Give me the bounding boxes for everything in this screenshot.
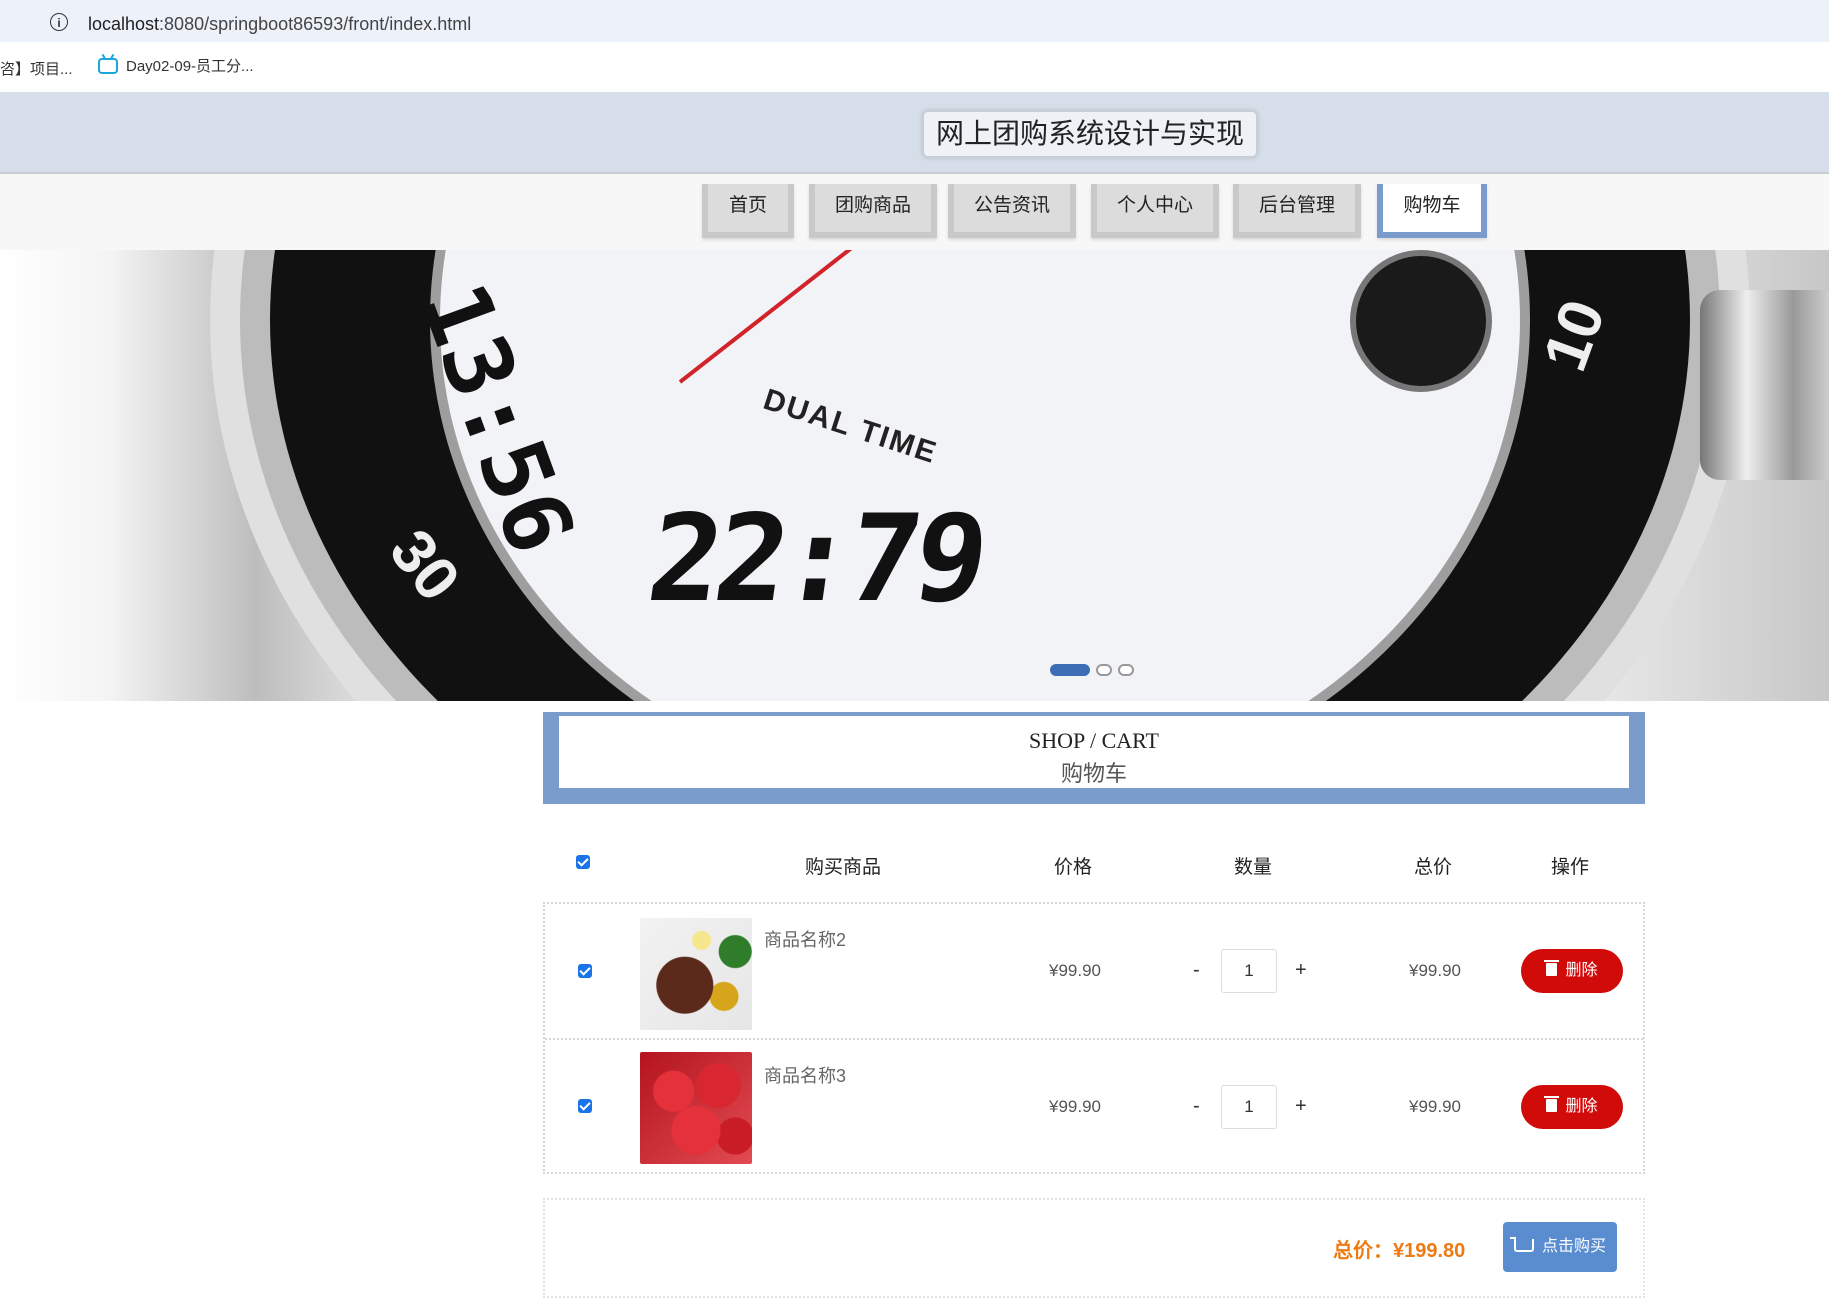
header-action: 操作 — [1550, 857, 1589, 878]
carousel-dot[interactable] — [1118, 664, 1134, 676]
nav-item-personal-center[interactable]: 个人中心 — [1091, 184, 1219, 238]
cart-row: 商品名称3 ¥99.90 - + ¥99.90 删除 — [545, 1038, 1643, 1174]
buy-label: 点击购买 — [1541, 1238, 1606, 1255]
carousel-indicators — [1050, 664, 1134, 676]
item-total: ¥99.90 — [1409, 1097, 1461, 1116]
product-name[interactable]: 商品名称2 — [764, 926, 846, 952]
quantity-input[interactable] — [1221, 1085, 1277, 1129]
product-name[interactable]: 商品名称3 — [764, 1062, 846, 1088]
delete-label: 删除 — [1565, 1098, 1598, 1115]
bilibili-icon — [98, 57, 118, 74]
grand-total-value: ¥199.80 — [1393, 1240, 1466, 1262]
site-info-icon[interactable]: i — [50, 13, 68, 31]
item-checkbox[interactable] — [578, 964, 592, 978]
quantity-stepper: - + — [1165, 1085, 1365, 1129]
watch-subdial — [1350, 250, 1492, 392]
header-total: 总价 — [1413, 857, 1452, 878]
quantity-stepper: - + — [1165, 949, 1365, 993]
watch-big-digits: 22:79 — [640, 490, 992, 629]
watch-crown — [1700, 290, 1829, 480]
section-title: SHOP / CART 购物车 — [543, 712, 1645, 804]
nav-item-cart[interactable]: 购物车 — [1377, 184, 1487, 238]
header-quantity: 数量 — [1233, 857, 1272, 878]
carousel-dot[interactable] — [1050, 664, 1090, 676]
nav-item-admin[interactable]: 后台管理 — [1233, 184, 1361, 238]
bookmarks-bar: 咨】项目... Day02-09-员工分... — [0, 42, 1829, 92]
cart-table-header: 购买商品 价格 数量 总价 操作 — [543, 834, 1645, 890]
cart-row: 商品名称2 ¥99.90 - + ¥99.90 删除 — [545, 904, 1643, 1038]
decrease-button[interactable]: - — [1193, 1095, 1200, 1118]
site-header — [0, 92, 1829, 174]
product-thumbnail[interactable] — [640, 918, 752, 1030]
site-title: 网上团购系统设计与实现 — [922, 110, 1259, 158]
bookmark-item[interactable]: 咨】项目... — [0, 58, 73, 79]
banner-carousel[interactable]: 13:56 22:79 DUAL TIME 30 10 — [0, 250, 1829, 701]
grand-total: 总价：¥199.80 — [1333, 1234, 1465, 1263]
nav-item-group-products[interactable]: 团购商品 — [809, 184, 937, 238]
bookmark-label: Day02-09-员工分... — [126, 58, 254, 75]
buy-button[interactable]: 点击购买 — [1503, 1222, 1617, 1272]
cart-summary: 总价：¥199.80 点击购买 — [543, 1198, 1645, 1298]
delete-button[interactable]: 删除 — [1521, 1085, 1623, 1129]
cart-items: 商品名称2 ¥99.90 - + ¥99.90 删除 商品名称3 ¥99.90 … — [543, 902, 1645, 1174]
carousel-dot[interactable] — [1096, 664, 1112, 676]
item-price: ¥99.90 — [1049, 1097, 1101, 1116]
trash-icon — [1544, 960, 1560, 976]
section-title-en: SHOP / CART — [1029, 728, 1159, 753]
header-price: 价格 — [1053, 857, 1092, 878]
section-title-zh: 购物车 — [1060, 761, 1127, 786]
increase-button[interactable]: + — [1295, 1095, 1307, 1118]
item-checkbox[interactable] — [578, 1099, 592, 1113]
browser-address-bar: i localhost:8080/springboot86593/front/i… — [0, 0, 1829, 42]
decrease-button[interactable]: - — [1193, 959, 1200, 982]
select-all-checkbox[interactable] — [576, 855, 590, 869]
grand-total-label: 总价： — [1333, 1240, 1393, 1262]
product-thumbnail[interactable] — [640, 1052, 752, 1164]
header-product: 购买商品 — [804, 857, 881, 878]
nav-item-home[interactable]: 首页 — [702, 184, 794, 238]
url-text[interactable]: localhost:8080/springboot86593/front/ind… — [88, 14, 471, 35]
cart-icon — [1509, 1237, 1534, 1252]
nav-item-announcements[interactable]: 公告资讯 — [948, 184, 1076, 238]
url-field[interactable]: i localhost:8080/springboot86593/front/i… — [22, 4, 1829, 38]
item-total: ¥99.90 — [1409, 961, 1461, 980]
quantity-input[interactable] — [1221, 949, 1277, 993]
delete-label: 删除 — [1565, 962, 1598, 979]
delete-button[interactable]: 删除 — [1521, 949, 1623, 993]
item-price: ¥99.90 — [1049, 961, 1101, 980]
bookmark-item[interactable]: Day02-09-员工分... — [98, 55, 254, 76]
increase-button[interactable]: + — [1295, 959, 1307, 982]
trash-icon — [1544, 1096, 1560, 1112]
